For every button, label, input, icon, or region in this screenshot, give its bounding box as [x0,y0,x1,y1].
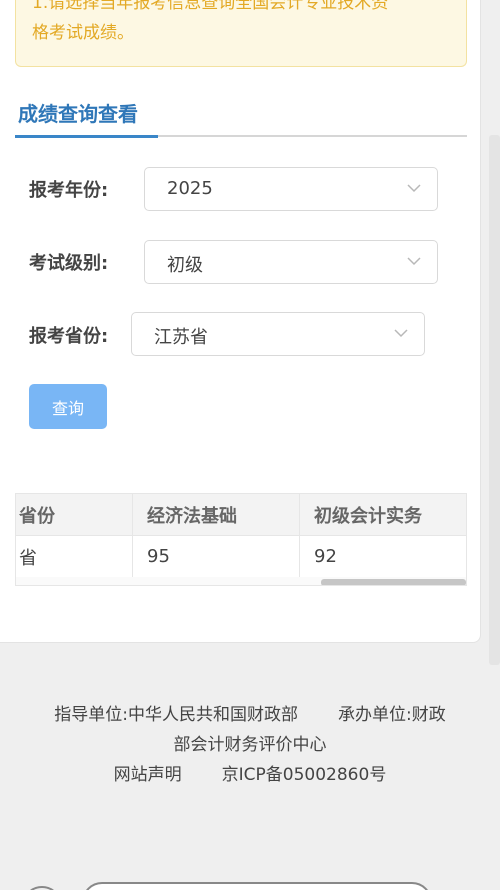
province-label: 报考省份: [29,326,109,347]
table-header-economic-law: 经济法基础 [132,494,299,535]
browser-bottom-bar [0,876,500,890]
footer-statement-link[interactable]: 网站声明 [114,765,182,785]
chevron-down-icon [407,257,421,266]
table-header-accounting-practice: 初级会计实务 [299,494,466,535]
section-tab-underline [15,135,467,138]
year-select[interactable]: 2025 [144,167,438,211]
footer-host-unit: 承办单位:财政 [338,705,446,725]
notice-line-1: 1.请选择当年报考信息查询全国会计专业技术资 [32,0,389,13]
table-cell-province: 省 [19,547,37,569]
province-select-value: 江苏省 [154,327,208,348]
section-title: 成绩查询查看 [18,102,138,126]
table-cell-accounting-practice: 92 [299,536,466,577]
footer-line-3: 网站声明 京ICP备05002860号 [0,760,500,790]
query-button[interactable]: 查询 [29,384,107,429]
table-row: 省 95 92 [16,535,466,577]
footer-host-unit-continued: 部会计财务评价中心 [173,735,327,755]
table-cell-economic-law: 95 [132,536,299,577]
active-tab-indicator [15,135,158,138]
footer-guide-unit: 指导单位:中华人民共和国财政部 [54,705,298,725]
level-select-value: 初级 [167,255,203,276]
table-header-province: 省份 [19,505,55,527]
footer-icp-link[interactable]: 京ICP备05002860号 [222,765,387,785]
level-select[interactable]: 初级 [144,240,438,284]
notice-banner: 1.请选择当年报考信息查询全国会计专业技术资 格考试成绩。 [15,0,467,67]
notice-line-2: 格考试成绩。 [32,23,134,43]
table-horizontal-scrollbar[interactable] [16,577,466,585]
page-footer: 指导单位:中华人民共和国财政部 承办单位:财政 部会计财务评价中心 网站声明 京IC… [0,700,500,790]
page-scrollbar-track[interactable] [489,135,500,665]
footer-line-1: 指导单位:中华人民共和国财政部 承办单位:财政 [0,700,500,730]
province-select[interactable]: 江苏省 [131,312,425,356]
scrollbar-thumb[interactable] [321,579,466,585]
browser-address-bar[interactable] [82,882,432,890]
year-select-value: 2025 [167,178,213,199]
year-label: 报考年份: [29,180,109,201]
chevron-down-icon [407,184,421,193]
browser-avatar-button[interactable] [22,886,62,890]
table-header-row: 省份 经济法基础 初级会计实务 [16,494,466,535]
level-label: 考试级别: [29,253,109,274]
results-table: 省份 经济法基础 初级会计实务 省 95 92 [15,493,467,586]
chevron-down-icon [394,329,408,338]
score-query-card: 1.请选择当年报考信息查询全国会计专业技术资 格考试成绩。 成绩查询查看 报考年… [0,0,481,643]
